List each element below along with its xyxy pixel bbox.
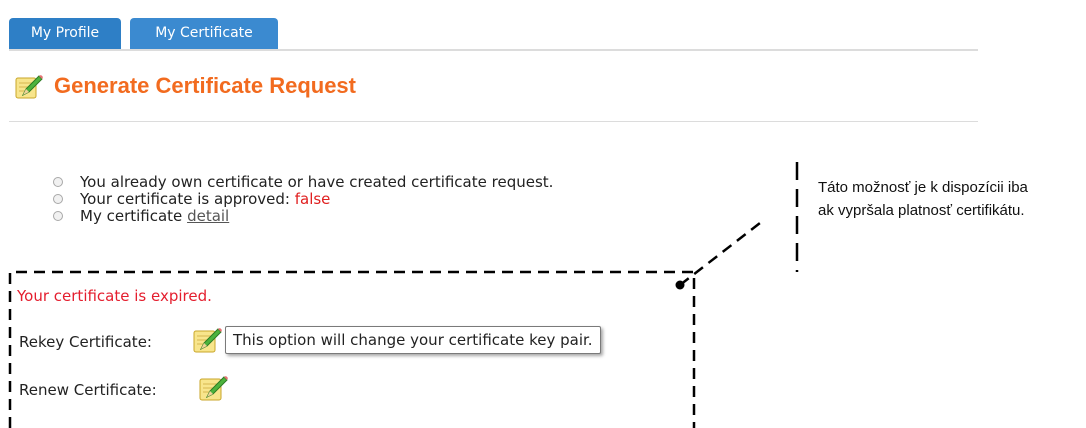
annotation-line-1: Táto možnosť je k dispozícii iba xyxy=(818,179,1028,196)
annotation-note: Táto možnosť je k dispozícii iba ak vypr… xyxy=(818,176,1028,222)
annotation-line-2: ak vypršala platnosť certifikátu. xyxy=(818,202,1025,219)
marker-dot xyxy=(675,280,685,290)
dashed-highlight-box xyxy=(8,270,696,428)
leader-line xyxy=(679,222,761,286)
